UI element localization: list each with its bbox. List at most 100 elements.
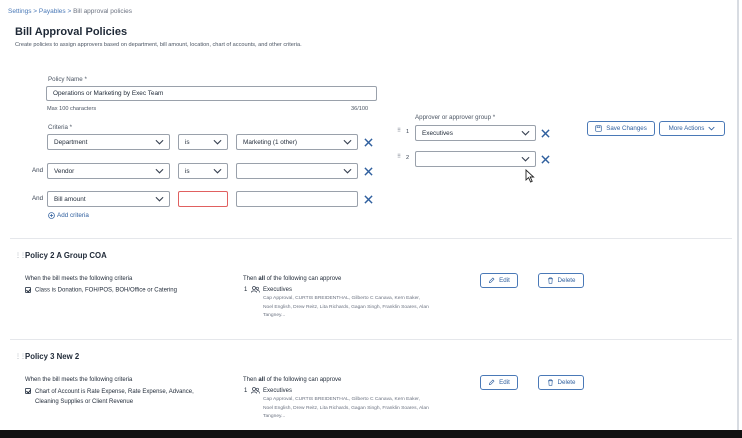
chevron-down-icon	[521, 130, 530, 136]
chevron-down-icon	[521, 156, 530, 162]
approve-heading-pre: Then	[243, 276, 259, 282]
approver-members: Cap Approval, CURTIS BREIDENTHAL, Gilber…	[263, 295, 429, 321]
pencil-icon	[489, 277, 495, 284]
approve-heading: Then all of the following can approve	[243, 377, 341, 383]
checkbox-icon	[25, 287, 31, 293]
criteria-heading: When the bill meets the following criter…	[25, 377, 133, 383]
drag-handle-icon[interactable]: ⠿	[397, 154, 401, 160]
trash-icon	[547, 379, 553, 386]
criteria-field-select[interactable]: Bill amount	[47, 191, 170, 207]
chevron-down-icon	[155, 196, 164, 202]
remove-criteria-icon[interactable]	[364, 138, 373, 147]
criteria-field-value: Department	[54, 138, 88, 146]
breadcrumb-current: Bill approval policies	[73, 8, 132, 15]
drag-handle-icon[interactable]: ⋮⋮	[15, 252, 26, 259]
chevron-down-icon	[343, 168, 352, 174]
scrollbar-track[interactable]	[737, 0, 739, 438]
edit-button[interactable]: Edit	[480, 273, 518, 288]
remove-criteria-icon[interactable]	[364, 195, 373, 204]
members-line: Tangney...	[263, 414, 286, 420]
approve-heading-post: of the following can approve	[265, 377, 342, 383]
policy-title: Policy 2 A Group COA	[25, 251, 107, 260]
remove-approver-icon[interactable]	[541, 155, 550, 164]
page-subtitle: Create policies to assign approvers base…	[15, 42, 302, 48]
criteria-value-select[interactable]: Marketing (1 other)	[236, 134, 358, 150]
policy-name-label: Policy Name *	[48, 76, 87, 83]
page-title: Bill Approval Policies	[15, 26, 128, 38]
criteria-field-value: Bill amount	[54, 195, 86, 203]
chevron-down-icon	[343, 139, 352, 145]
more-actions-label: More Actions	[668, 125, 705, 132]
breadcrumb-settings-link[interactable]: Settings	[8, 8, 32, 15]
checkbox-icon	[25, 388, 31, 395]
criteria-value-input[interactable]	[236, 191, 358, 207]
max-chars-hint: Max 100 characters	[47, 106, 97, 112]
approver-label: Approver or approver group *	[415, 114, 496, 121]
save-icon	[595, 125, 602, 132]
char-counter: 36/100	[351, 106, 369, 112]
approver-order: 2	[406, 155, 410, 161]
add-criteria-link[interactable]: Add criteria	[48, 212, 89, 219]
criteria-field-value: Vendor	[54, 167, 75, 175]
chevron-down-icon	[213, 168, 222, 174]
policy-title: Policy 3 New 2	[25, 352, 80, 361]
edit-button[interactable]: Edit	[480, 375, 518, 390]
approver-select[interactable]	[415, 151, 536, 167]
approve-heading-bold: all	[258, 276, 266, 282]
policy-name-input[interactable]: Operations or Marketing by Exec Team	[46, 86, 377, 101]
delete-button[interactable]: Delete	[538, 273, 584, 288]
criteria-value: Marketing (1 other)	[243, 138, 297, 146]
criteria-item-text: Chart of Account is Rate Expense, Rate E…	[35, 389, 194, 395]
group-icon	[251, 286, 260, 293]
mouse-cursor-icon	[525, 169, 535, 183]
approve-heading-bold: all	[258, 377, 266, 383]
group-icon	[251, 387, 260, 394]
approver-group-name: Executives	[263, 388, 293, 394]
criteria-operator-select[interactable]: is	[178, 163, 228, 179]
criteria-item-text: Class is Donation, FOH/POS, BOH/Office o…	[35, 287, 177, 294]
approver-value: Executives	[422, 129, 453, 137]
members-line: Cap Approval, CURTIS BREIDENTHAL, Gilber…	[263, 296, 421, 301]
approver-order: 1	[244, 388, 248, 394]
criteria-field-select[interactable]: Department	[47, 134, 170, 150]
criteria-operator-select[interactable]	[178, 191, 228, 207]
approve-heading: Then all of the following can approve	[243, 276, 341, 282]
members-line: Cap Approval, CURTIS BREIDENTHAL, Gilber…	[263, 397, 421, 402]
criteria-heading: When the bill meets the following criter…	[25, 276, 133, 282]
remove-criteria-icon[interactable]	[364, 167, 373, 176]
edit-label: Edit	[499, 379, 510, 386]
chevron-down-icon	[213, 139, 222, 145]
chevron-down-icon	[708, 126, 715, 131]
approve-heading-pre: Then	[243, 377, 259, 383]
pencil-icon	[489, 379, 495, 386]
criteria-field-select[interactable]: Vendor	[47, 163, 170, 179]
approver-members: Cap Approval, CURTIS BREIDENTHAL, Gilber…	[263, 396, 429, 422]
criteria-value-select[interactable]	[236, 163, 358, 179]
criteria-operator-value: is	[185, 138, 190, 146]
screen-bottom-edge	[0, 430, 742, 438]
save-changes-label: Save Changes	[606, 125, 647, 132]
approver-order: 1	[406, 129, 410, 135]
more-actions-button[interactable]: More Actions	[659, 121, 725, 136]
plus-circle-icon	[48, 212, 55, 219]
criteria-and-label: And	[32, 195, 44, 202]
save-changes-button[interactable]: Save Changes	[587, 121, 655, 136]
breadcrumb-payables-link[interactable]: Payables	[39, 8, 66, 15]
remove-approver-icon[interactable]	[541, 129, 550, 138]
members-line: Noel English, Drew Reitz, Lita Richards,…	[263, 304, 429, 310]
delete-button[interactable]: Delete	[538, 375, 584, 390]
approver-group-name: Executives	[263, 287, 293, 293]
chevron-down-icon	[155, 139, 164, 145]
criteria-operator-select[interactable]: is	[178, 134, 228, 150]
delete-label: Delete	[557, 379, 576, 386]
members-line: Noel English, Drew Reitz, Lita Richards,…	[263, 405, 429, 411]
drag-handle-icon[interactable]: ⋮⋮	[15, 353, 26, 360]
approve-heading-post: of the following can approve	[265, 276, 342, 282]
criteria-item: Chart of Account is Rate Expense, Rate E…	[25, 388, 194, 407]
approver-select[interactable]: Executives	[415, 125, 536, 141]
edit-label: Edit	[499, 277, 510, 284]
criteria-label: Criteria *	[48, 124, 73, 131]
drag-handle-icon[interactable]: ⠿	[397, 128, 401, 134]
criteria-item: Class is Donation, FOH/POS, BOH/Office o…	[25, 287, 177, 294]
criteria-and-label: And	[32, 167, 44, 174]
